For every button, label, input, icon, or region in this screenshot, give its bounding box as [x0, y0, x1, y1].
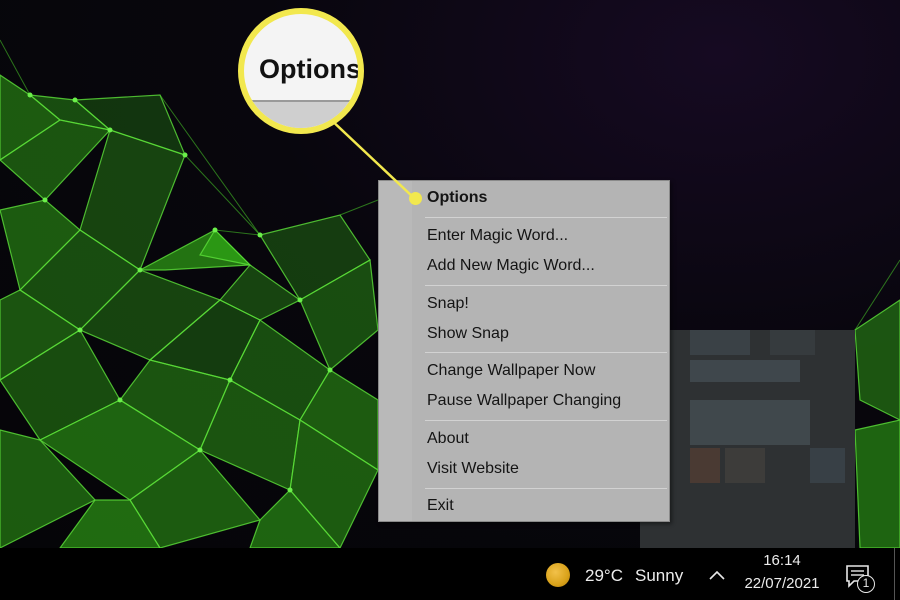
context-menu: Options Enter Magic Word... Add New Magi…: [378, 180, 670, 522]
chevron-up-icon[interactable]: [708, 568, 726, 582]
menu-item-options[interactable]: Options: [427, 186, 487, 210]
menu-item-add-new-magic-word[interactable]: Add New Magic Word...: [427, 254, 595, 278]
show-desktop-button[interactable]: [894, 548, 895, 600]
menu-separator: [425, 420, 667, 421]
menu-item-visit-website[interactable]: Visit Website: [427, 457, 519, 481]
menu-item-about[interactable]: About: [427, 427, 469, 451]
menu-separator: [425, 285, 667, 286]
menu-item-show-snap[interactable]: Show Snap: [427, 322, 509, 346]
callout-pointer-dot: [409, 192, 422, 205]
menu-item-pause-wallpaper-changing[interactable]: Pause Wallpaper Changing: [427, 389, 621, 413]
weather-condition[interactable]: Sunny: [635, 566, 683, 586]
zoom-callout: Options: [238, 8, 364, 134]
menu-separator: [425, 488, 667, 489]
blurred-tray-flyout: [640, 330, 855, 548]
menu-separator: [425, 352, 667, 353]
menu-separator: [425, 217, 667, 218]
menu-icon-gutter: [379, 181, 412, 521]
menu-item-exit[interactable]: Exit: [427, 494, 454, 518]
weather-temperature[interactable]: 29°C: [585, 566, 623, 586]
menu-item-change-wallpaper-now[interactable]: Change Wallpaper Now: [427, 359, 595, 383]
menu-item-enter-magic-word[interactable]: Enter Magic Word...: [427, 224, 568, 248]
callout-label: Options: [259, 54, 361, 84]
sun-icon[interactable]: [546, 563, 570, 587]
menu-item-snap[interactable]: Snap!: [427, 292, 469, 316]
clock-date[interactable]: 22/07/2021: [742, 575, 822, 592]
notification-count-badge: 1: [857, 575, 875, 593]
clock-time[interactable]: 16:14: [742, 552, 822, 569]
